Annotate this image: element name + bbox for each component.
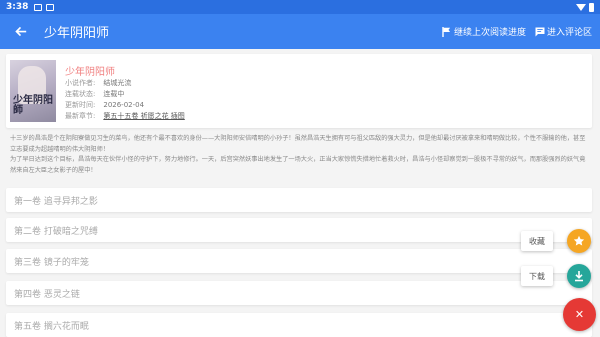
- volume-item[interactable]: 第三卷 镜子的牢笼: [6, 249, 592, 273]
- favorite-button[interactable]: [567, 229, 591, 253]
- synopsis: 十三岁的昌浩是个在阴阳寮做见习生的菜鸟，他还有个最不喜欢的身份——大阴阳师安倍晴…: [10, 134, 590, 176]
- status-right: [576, 2, 594, 12]
- page-title: 少年阴阳师: [44, 26, 110, 41]
- close-icon: ✕: [574, 308, 585, 321]
- back-button[interactable]: [0, 14, 40, 49]
- book-title: 少年阴阳师: [65, 67, 115, 78]
- comments-button[interactable]: 进入评论区: [535, 25, 592, 38]
- battery-icon: [589, 2, 594, 12]
- book-cover: 少年阴阳師: [10, 60, 56, 122]
- meta-status: 连载状态: 连载中: [65, 89, 124, 99]
- synopsis-paragraph: 十三岁的昌浩是个在阴阳寮做见习生的菜鸟，他还有个最不喜欢的身份——大阴阳师安倍晴…: [10, 135, 586, 153]
- download-icon: [575, 271, 583, 282]
- notification-icon: [34, 3, 43, 11]
- wifi-icon: [576, 3, 586, 11]
- continue-reading-label: 继续上次阅读进度: [453, 28, 526, 38]
- status-value: 连载中: [103, 90, 125, 98]
- book-info-card: 少年阴阳師 少年阴阳师 小说作者: 结城光流 连载状态: 连载中 更新时间: 2026…: [6, 54, 592, 128]
- meta-author: 小说作者: 结城光流: [65, 78, 131, 88]
- main-fab-button[interactable]: ✕: [563, 298, 596, 331]
- status-bar: 3:38: [0, 0, 600, 14]
- cover-title: 少年阴阳師: [13, 95, 53, 116]
- volume-item[interactable]: 第二卷 打破暗之咒缚: [6, 218, 592, 242]
- author-label: 小说作者:: [65, 79, 96, 87]
- app-actions: 继续上次阅读进度 进入评论区: [433, 25, 600, 38]
- image-notification-icon: [46, 3, 55, 11]
- latest-chapter-link[interactable]: 第五十五卷 祈愿之花 插图: [103, 112, 184, 120]
- synopsis-paragraph: 为了早日达到这个目标，昌浩每天在伙伴小怪的守护下，努力地修行。一天，后宫突然妖事…: [10, 156, 586, 174]
- updated-value: 2026-02-04: [103, 101, 145, 109]
- status-time: 3:38: [6, 2, 29, 12]
- comments-label: 进入评论区: [546, 28, 592, 38]
- meta-updated: 更新时间: 2026-02-04: [65, 100, 144, 110]
- download-label[interactable]: 下载: [521, 266, 553, 286]
- latest-label: 最新章节:: [65, 112, 96, 120]
- volume-item[interactable]: 第一卷 追寻异邦之影: [6, 188, 592, 212]
- volume-item[interactable]: 第五卷 搁六花而眠: [6, 313, 592, 337]
- volume-item[interactable]: 第四卷 恶灵之链: [6, 281, 592, 305]
- arrow-left-icon: [14, 26, 26, 37]
- comment-icon: [535, 27, 545, 36]
- meta-latest: 最新章节: 第五十五卷 祈愿之花 插图: [65, 111, 185, 121]
- updated-label: 更新时间:: [65, 101, 96, 109]
- star-icon: [573, 235, 585, 246]
- download-button[interactable]: [567, 264, 591, 288]
- app-bar: 少年阴阳师 继续上次阅读进度 进入评论区: [0, 14, 600, 49]
- status-label: 连载状态:: [65, 90, 96, 98]
- continue-reading-button[interactable]: 继续上次阅读进度: [442, 25, 526, 38]
- favorite-label[interactable]: 收藏: [521, 231, 553, 251]
- flag-icon: [442, 26, 451, 37]
- author-value: 结城光流: [103, 79, 132, 87]
